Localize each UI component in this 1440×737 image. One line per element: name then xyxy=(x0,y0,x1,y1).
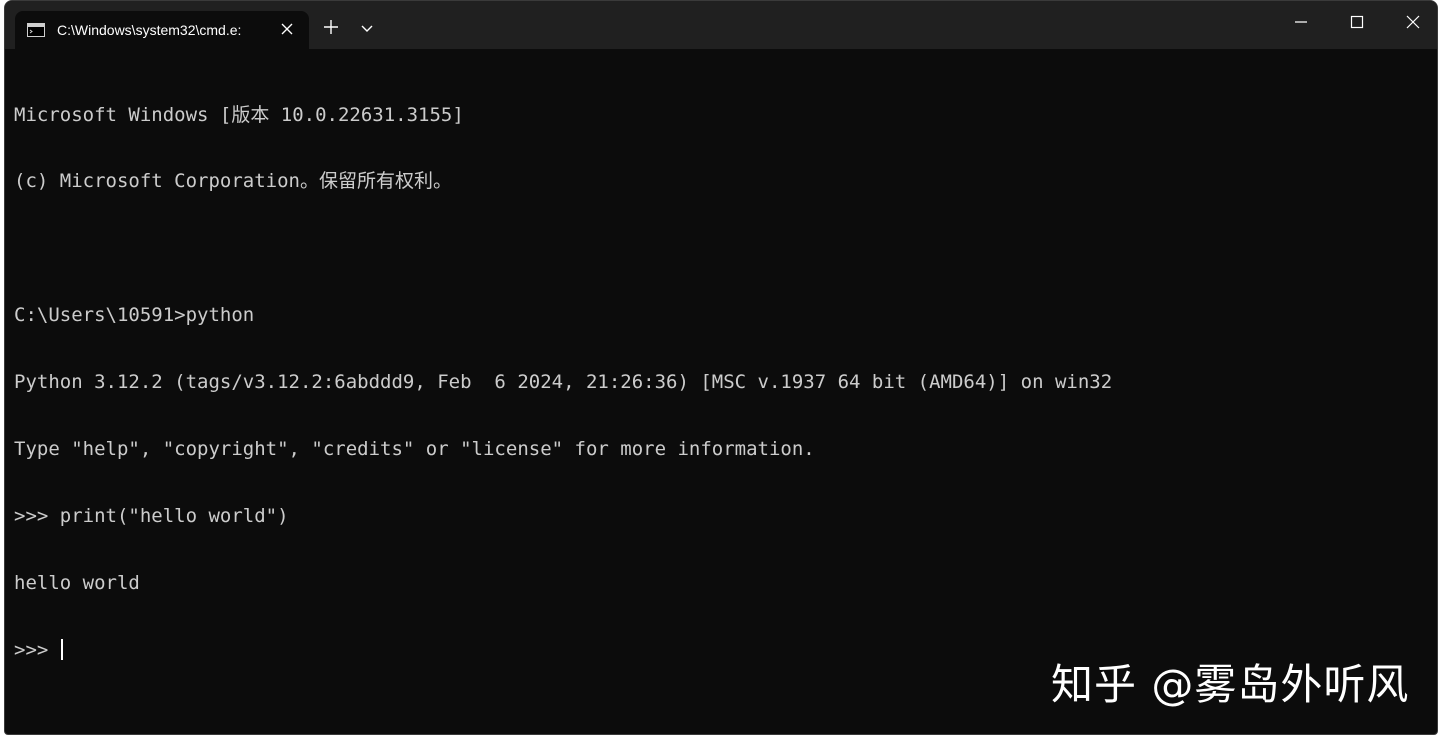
console-line: (c) Microsoft Corporation。保留所有权利。 xyxy=(14,170,452,193)
tab-title: C:\Windows\system32\cmd.e: xyxy=(57,22,242,38)
minimize-icon xyxy=(1294,15,1308,34)
watermark: 知乎 @雾岛外听风 xyxy=(1051,660,1410,709)
console-line: hello world xyxy=(14,571,140,594)
close-window-button[interactable] xyxy=(1385,1,1437,47)
maximize-button[interactable] xyxy=(1329,1,1385,47)
chevron-down-icon xyxy=(360,20,374,38)
plus-icon xyxy=(323,19,339,40)
new-tab-button[interactable] xyxy=(317,15,345,43)
console-line: Microsoft Windows [版本 10.0.22631.3155] xyxy=(14,103,464,126)
tab-dropdown-button[interactable] xyxy=(353,15,381,43)
console-line: Type "help", "copyright", "credits" or "… xyxy=(14,438,815,461)
text-cursor xyxy=(60,638,63,660)
tab-cmd[interactable]: C:\Windows\system32\cmd.e: xyxy=(15,11,309,49)
console-output[interactable]: Microsoft Windows [版本 10.0.22631.3155] (… xyxy=(14,59,1424,719)
close-icon xyxy=(1405,14,1421,35)
terminal-icon xyxy=(27,23,45,37)
maximize-icon xyxy=(1350,15,1364,34)
terminal-window: C:\Windows\system32\cmd.e: Microsoft Win… xyxy=(4,0,1438,735)
title-bar[interactable]: C:\Windows\system32\cmd.e: xyxy=(5,1,1437,49)
console-line: Python 3.12.2 (tags/v3.12.2:6abddd9, Feb… xyxy=(14,371,1113,394)
close-icon[interactable] xyxy=(279,21,295,37)
console-line: >>> print("hello world") xyxy=(14,504,289,527)
prompt: >>> xyxy=(14,638,60,661)
minimize-button[interactable] xyxy=(1273,1,1329,47)
console-line: C:\Users\10591>python xyxy=(14,304,255,327)
